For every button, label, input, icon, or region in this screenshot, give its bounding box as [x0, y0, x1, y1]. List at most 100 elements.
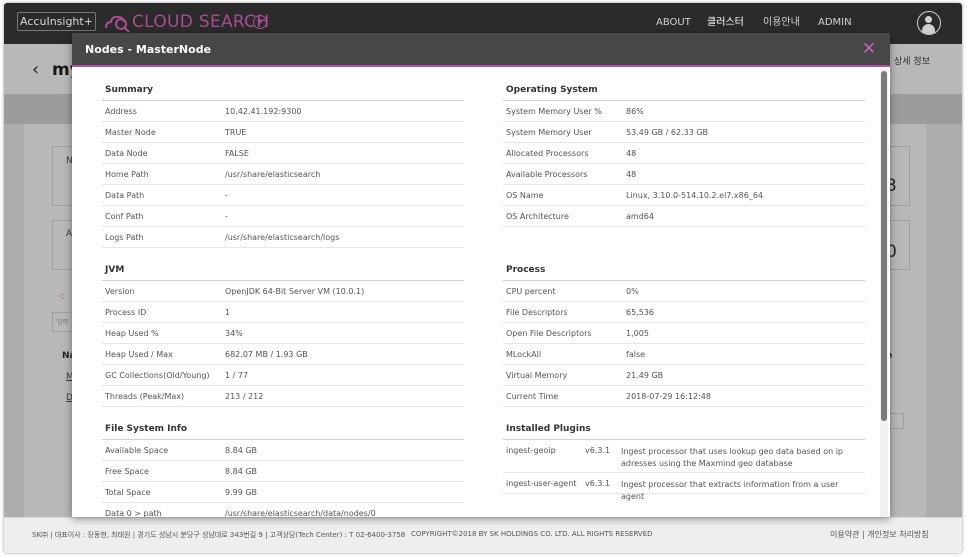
row-value: 65,536 — [626, 308, 654, 317]
summary-row: Data Path - — [102, 185, 464, 206]
row-value: /usr/share/elasticsearch/data/nodes/0 — [225, 509, 376, 517]
modal-title: Nodes - MasterNode — [85, 43, 212, 56]
jvm-row: Threads (Peak/Max) 213 / 212 — [102, 386, 464, 407]
process-row: Open File Descriptors 1,005 — [503, 323, 865, 344]
row-label: System Memory User % — [506, 107, 602, 116]
os-row: Available Processors 48 — [503, 164, 865, 185]
section-title: Installed Plugins — [503, 419, 865, 440]
row-value: - — [225, 212, 228, 221]
footer-policy-links[interactable]: 이용약관 | 개인정보 처리방침 — [830, 529, 929, 540]
plugin-description: Ingest processor that extracts informati… — [621, 480, 839, 501]
jvm-row: GC Collections(Old/Young) 1 / 77 — [102, 365, 464, 386]
summary-row: Master Node TRUE — [102, 122, 464, 143]
modal-header: Nodes - MasterNode ✕ — [72, 33, 890, 67]
scrollbar-thumb[interactable] — [881, 71, 887, 421]
row-value: 86% — [626, 107, 644, 116]
row-value: 682.07 MB / 1.93 GB — [225, 350, 308, 359]
process-row: Virtual Memory 21.49 GB — [503, 365, 865, 386]
row-value: 53.49 GB / 62.33 GB — [626, 128, 709, 137]
row-label: Master Node — [105, 128, 156, 137]
process-row: File Descriptors 65,536 — [503, 302, 865, 323]
jvm-row: Process ID 1 — [102, 302, 464, 323]
row-value: 8.84 GB — [225, 467, 258, 476]
os-row: OS Name Linux, 3.10.0-514.10.2.el7.x86_64 — [503, 185, 865, 206]
row-value: amd64 — [626, 212, 654, 221]
close-icon[interactable]: ✕ — [861, 41, 877, 58]
section-title: Process — [503, 260, 865, 281]
row-label: Open File Descriptors — [506, 329, 592, 338]
row-label: Address — [105, 107, 137, 116]
footer-company-info: SK㈜ | 대표이사 : 장동현, 최태원 | 경기도 성남시 분당구 성남대로… — [32, 531, 406, 539]
accuinsight-brand-button[interactable]: AccuInsight+ — [17, 12, 96, 31]
process-row: MLockAll false — [503, 344, 865, 365]
section-title: JVM — [102, 260, 464, 281]
process-row: CPU percent 0% — [503, 281, 865, 302]
section-title: Summary — [102, 80, 464, 101]
footer-copyright: COPYRIGHT©2018 BY SK HOLDINGS CO. LTD. A… — [411, 530, 653, 538]
summary-row: Conf Path - — [102, 206, 464, 227]
row-label: Free Space — [105, 467, 149, 476]
row-value: 1 / 77 — [225, 371, 249, 380]
row-value: 2018-07-29 16:12:48 — [626, 392, 711, 401]
os-row: System Memory User % 86% — [503, 101, 865, 122]
row-value: - — [225, 191, 228, 200]
nav-admin[interactable]: ADMIN — [818, 16, 852, 30]
row-label: Data Path — [105, 191, 145, 200]
row-label: Virtual Memory — [506, 371, 568, 380]
row-label: Allocated Processors — [506, 149, 589, 158]
os-row: Allocated Processors 48 — [503, 143, 865, 164]
row-value: 213 / 212 — [225, 392, 264, 401]
nav-guide[interactable]: 이용안내 — [763, 16, 800, 30]
jvm-row: Version OpenJDK 64-Bit Server VM (10.0.1) — [102, 281, 464, 302]
nav-about[interactable]: ABOUT — [656, 16, 691, 30]
plugin-version: v6.3.1 — [585, 446, 611, 455]
process-row: Current Time 2018-07-29 16:12:48 — [503, 386, 865, 407]
row-value: 9.99 GB — [225, 488, 258, 497]
summary-row: Address 10.42.41.192:9300 — [102, 101, 464, 122]
row-label: Data 0 > path — [105, 509, 162, 517]
app-switch-dropdown-icon[interactable] — [253, 15, 267, 29]
row-value: OpenJDK 64-Bit Server VM (10.0.1) — [225, 287, 365, 296]
summary-row: Data Node FALSE — [102, 143, 464, 164]
row-label: MLockAll — [506, 350, 542, 359]
summary-row: Home Path/usr/share/elasticsearch — [102, 164, 464, 185]
jvm-row: Heap Used / Max 682.07 MB / 1.93 GB — [102, 344, 464, 365]
row-label: Heap Used / Max — [105, 350, 173, 359]
summary-row: Logs Path/usr/share/elasticsearch/logs — [102, 227, 464, 248]
row-label: Logs Path — [105, 233, 144, 242]
row-value: 48 — [626, 149, 637, 158]
filesystem-row: Available Space 8.84 GB — [102, 440, 464, 461]
plugin-description: Ingest processor that uses lookup geo da… — [621, 447, 843, 468]
app-title[interactable]: CLOUD SEARCH — [132, 11, 269, 33]
nav-cluster[interactable]: 클러스터 — [707, 16, 744, 30]
jvm-section: JVM Version OpenJDK 64-Bit Server VM (10.… — [102, 260, 464, 407]
row-label: Total Space — [105, 488, 151, 497]
summary-section: Summary Address 10.42.41.192:9300 Master … — [102, 80, 464, 248]
row-value: 8.84 GB — [225, 446, 258, 455]
filesystem-row: Total Space 9.99 GB — [102, 482, 464, 503]
jvm-row: Heap Used % 34% — [102, 323, 464, 344]
footer: SK㈜ | 대표이사 : 장동현, 최태원 | 경기도 성남시 분당구 성남대로… — [4, 517, 962, 553]
row-label: Data Node — [105, 149, 148, 158]
user-profile-icon[interactable] — [917, 11, 941, 35]
row-label: Conf Path — [105, 212, 144, 221]
row-value: TRUE — [225, 128, 247, 137]
app-window: AccuInsight+ CLOUD SEARCH ABOUT 클러스터 이용안… — [4, 3, 962, 553]
os-section: Operating System System Memory User % 86%… — [503, 80, 865, 227]
row-label: System Memory User — [506, 128, 592, 137]
row-label: Heap Used % — [105, 329, 159, 338]
cloud-search-logo-icon — [105, 15, 130, 33]
row-label: Available Space — [105, 446, 169, 455]
row-value: 48 — [626, 170, 637, 179]
row-label: OS Architecture — [506, 212, 569, 221]
row-label: Available Processors — [506, 170, 588, 179]
filesystem-section: File System Info Available Space 8.84 GB … — [102, 419, 464, 517]
section-title: File System Info — [102, 419, 464, 440]
filesystem-row: Free Space 8.84 GB — [102, 461, 464, 482]
row-value: /usr/share/elasticsearch — [225, 170, 321, 179]
modal-scrollbar[interactable] — [880, 69, 888, 517]
os-row: System Memory User 53.49 GB / 62.33 GB — [503, 122, 865, 143]
row-value: 1,005 — [626, 329, 649, 338]
row-value: 0% — [626, 287, 639, 296]
filesystem-row: Data 0 > path/usr/share/elasticsearch/da… — [102, 503, 464, 517]
